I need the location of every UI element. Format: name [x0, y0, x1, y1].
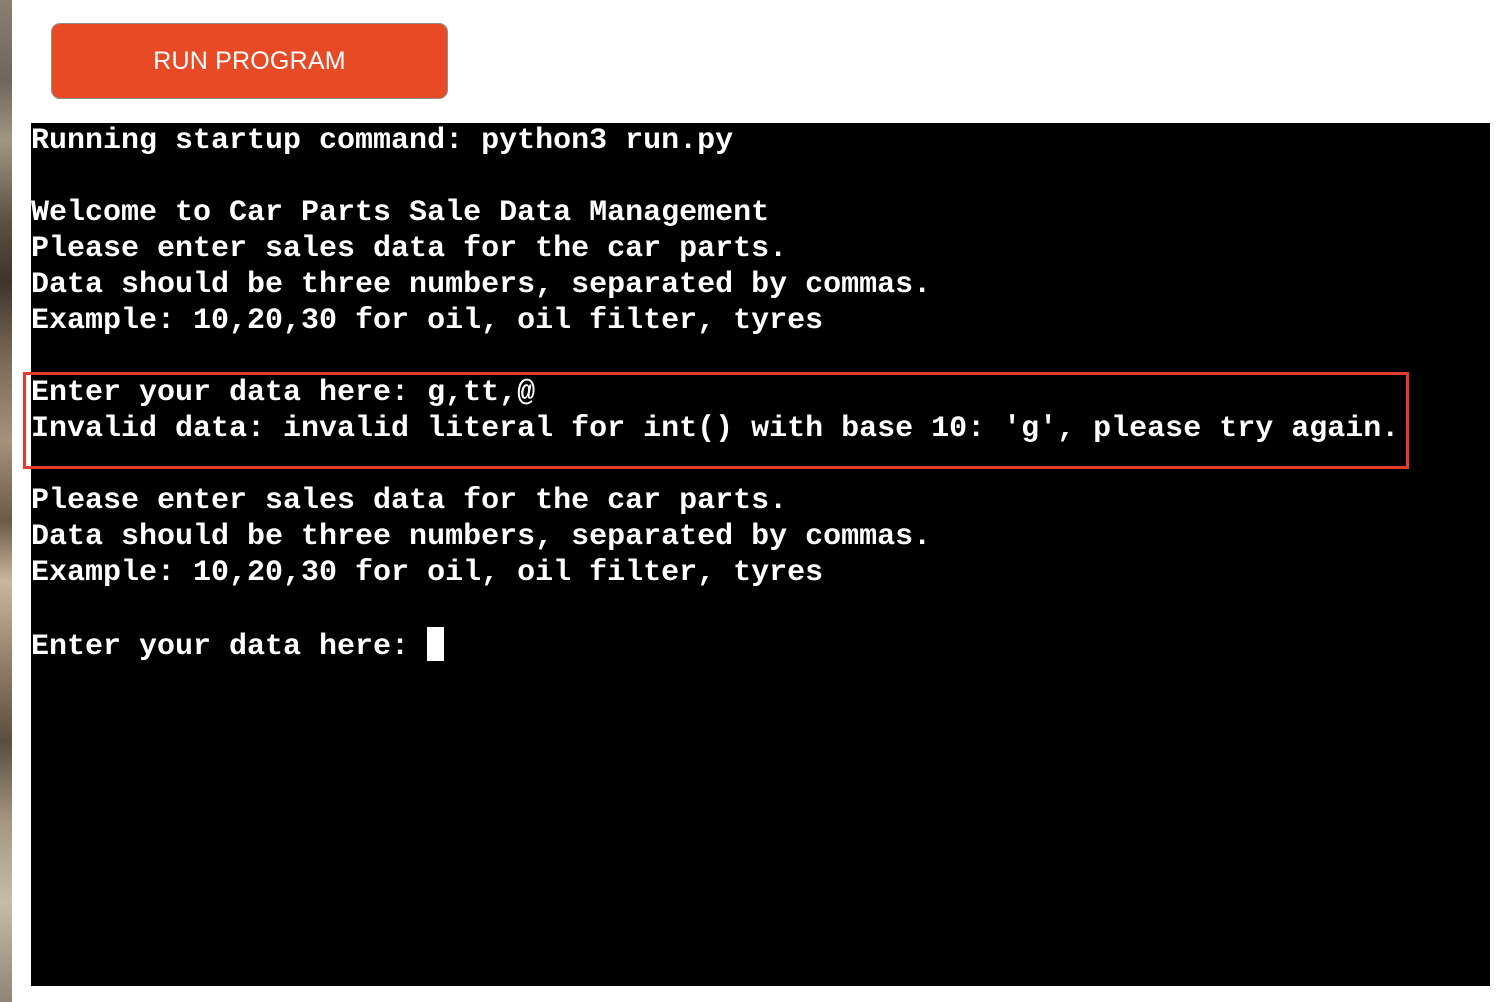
- terminal-line: Data should be three numbers, separated …: [31, 268, 932, 302]
- terminal-line: Please enter sales data for the car part…: [31, 484, 788, 518]
- terminal-line: Example: 10,20,30 for oil, oil filter, t…: [31, 304, 824, 338]
- terminal-line: Enter your data here: g,tt,@: [31, 376, 536, 410]
- run-program-button[interactable]: RUN PROGRAM: [51, 23, 448, 99]
- terminal-window[interactable]: Running startup command: python3 run.py …: [31, 123, 1490, 986]
- terminal-line: Welcome to Car Parts Sale Data Managemen…: [31, 196, 770, 230]
- terminal-prompt-text: Enter your data here:: [31, 630, 428, 664]
- terminal-cursor: [427, 627, 445, 661]
- terminal-line: Data should be three numbers, separated …: [31, 520, 932, 554]
- terminal-line: Invalid data: invalid literal for int() …: [31, 412, 1400, 446]
- terminal-line: Please enter sales data for the car part…: [31, 232, 788, 266]
- terminal-line: Example: 10,20,30 for oil, oil filter, t…: [31, 556, 824, 590]
- terminal-prompt-line[interactable]: Enter your data here:: [31, 627, 445, 664]
- terminal-line: Running startup command: python3 run.py: [31, 124, 734, 158]
- background-image-strip: [0, 0, 12, 1002]
